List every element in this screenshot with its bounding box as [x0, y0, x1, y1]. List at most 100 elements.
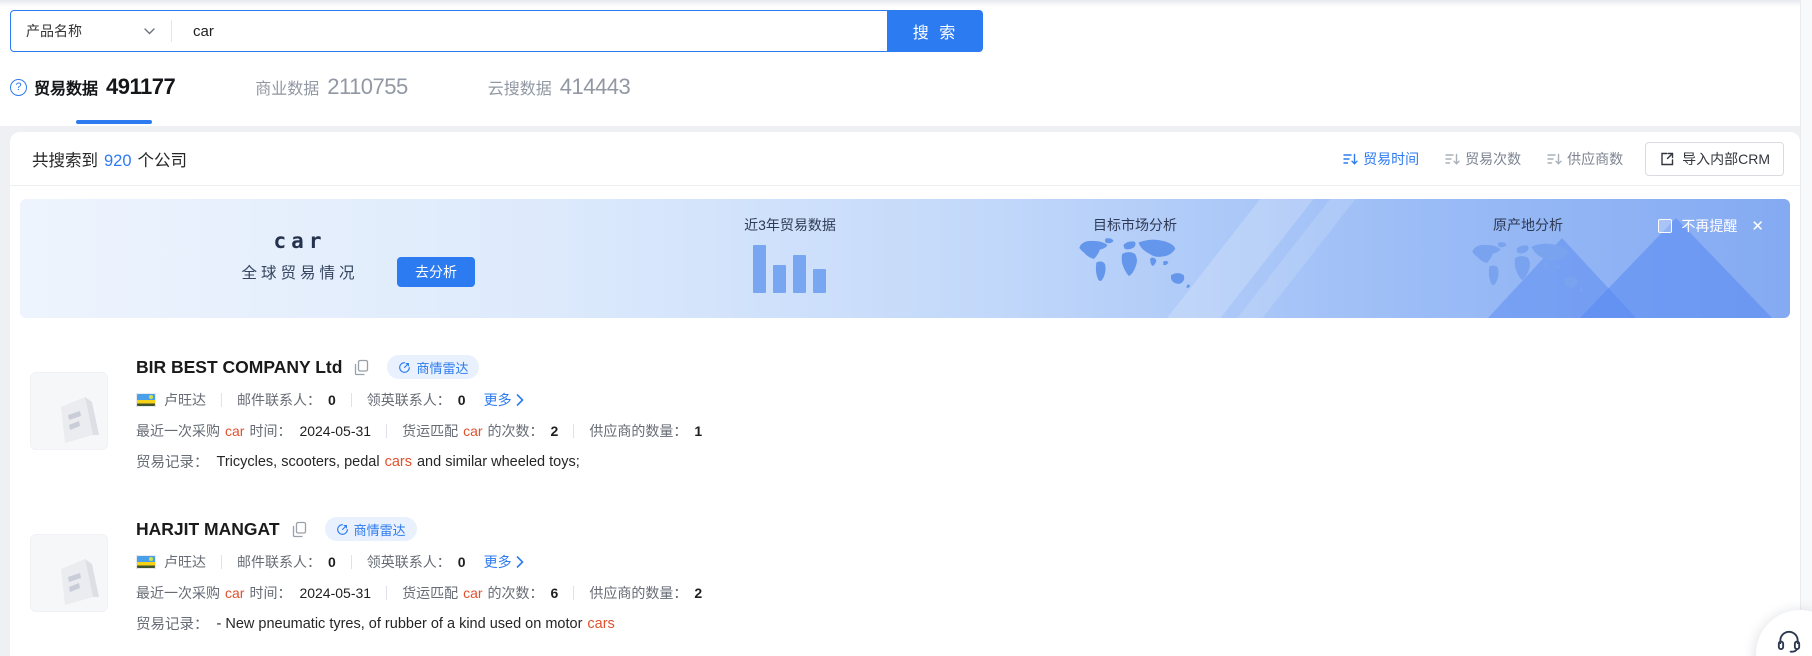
trade-record-text: and similar wheeled toys;: [417, 454, 580, 470]
field-divider: [221, 393, 222, 407]
sort-trade-count[interactable]: 贸易次数: [1445, 149, 1521, 169]
tab-count: 414443: [560, 74, 630, 100]
scrollbar[interactable]: [1800, 0, 1812, 656]
freight-label-pre: 货运匹配: [402, 583, 458, 603]
purchase-date: 2024-05-31: [299, 423, 371, 439]
tab-count: 2110755: [327, 74, 408, 100]
banner-keyword: car: [200, 229, 400, 253]
help-icon[interactable]: ?: [10, 79, 27, 96]
results-header: 共搜索到920个公司 贸易时间 贸易次数: [10, 132, 1800, 186]
linkedin-contacts-count: 0: [458, 554, 466, 570]
chevron-right-icon: [516, 394, 524, 406]
sort-label: 供应商数: [1567, 149, 1623, 169]
close-icon[interactable]: ✕: [1751, 217, 1764, 235]
purchase-label-pre: 最近一次采购: [136, 583, 220, 603]
results-panel: 共搜索到920个公司 贸易时间 贸易次数: [10, 132, 1800, 656]
result-count: 920: [104, 152, 132, 170]
dismiss-checkbox[interactable]: [1658, 219, 1672, 233]
company-name[interactable]: HARJIT MANGAT: [136, 519, 280, 540]
freight-label-post: 的次数：: [488, 421, 544, 441]
field-divider: [573, 586, 574, 600]
search-input[interactable]: [172, 11, 887, 51]
search-box: 产品名称: [10, 10, 888, 52]
supplier-label: 供应商的数量：: [589, 421, 687, 441]
active-tab-indicator: [76, 120, 152, 124]
company-thumbnail[interactable]: [30, 372, 108, 450]
field-divider: [386, 586, 387, 600]
tab-trade-data[interactable]: ? 贸易数据 491177: [10, 74, 175, 100]
company-info: BIR BEST COMPANY Ltd 商情雷达 卢旺达: [136, 350, 702, 477]
top-search-section: 产品名称 搜 索 ? 贸易数据 491177 商业数据 2110755: [0, 0, 1812, 126]
sort-icon: [1343, 152, 1358, 166]
email-contacts-label: 邮件联系人：: [237, 552, 321, 572]
radar-badge-label: 商情雷达: [416, 358, 468, 377]
tab-label: 云搜数据: [488, 75, 552, 99]
company-country: 卢旺达: [164, 552, 206, 572]
freight-count: 2: [551, 423, 559, 439]
company-thumbnail[interactable]: [30, 534, 108, 612]
export-icon: [1659, 151, 1675, 167]
search-bar: 产品名称 搜 索: [10, 10, 983, 52]
top-edge-shadow: [0, 0, 1812, 7]
keyword-highlight: cars: [385, 454, 412, 470]
more-link[interactable]: 更多: [484, 390, 524, 410]
trade-record-text: Tricycles, scooters, pedal: [217, 454, 380, 470]
company-name[interactable]: BIR BEST COMPANY Ltd: [136, 357, 342, 378]
linkedin-contacts-count: 0: [458, 392, 466, 408]
trade-record-label: 贸易记录：: [136, 451, 209, 472]
field-divider: [351, 555, 352, 569]
summary-suffix: 个公司: [138, 152, 188, 170]
company-card: HARJIT MANGAT 商情雷达 卢旺达 邮件联系人：: [30, 512, 1774, 639]
sort-trade-time[interactable]: 贸易时间: [1343, 149, 1419, 169]
world-map-icon: [1468, 241, 1588, 297]
tab-label: 贸易数据: [34, 75, 98, 99]
promo-banner: car 全球贸易情况 去分析 近3年贸易数据 目标市场分析: [20, 199, 1790, 318]
banner-section-target-market: 目标市场分析: [1045, 215, 1225, 235]
category-select[interactable]: 产品名称: [11, 11, 171, 51]
banner-section-origin: 原产地分析: [1438, 215, 1618, 235]
banner-section-trade-3y: 近3年贸易数据: [700, 215, 880, 235]
trade-record-label: 贸易记录：: [136, 613, 209, 634]
data-tabs: ? 贸易数据 491177 商业数据 2110755 云搜数据 414443: [10, 74, 630, 100]
more-link[interactable]: 更多: [484, 552, 524, 572]
field-divider: [573, 424, 574, 438]
company-info: HARJIT MANGAT 商情雷达 卢旺达 邮件联系人：: [136, 512, 702, 639]
sort-label: 贸易次数: [1465, 149, 1521, 169]
dismiss-label: 不再提醒: [1681, 216, 1737, 236]
tab-count: 491177: [106, 74, 175, 100]
linkedin-contacts-label: 领英联系人：: [367, 390, 451, 410]
import-crm-label: 导入内部CRM: [1682, 149, 1770, 169]
sort-supplier-count[interactable]: 供应商数: [1547, 149, 1623, 169]
freight-label-pre: 货运匹配: [402, 421, 458, 441]
sort-icon: [1445, 152, 1460, 166]
field-divider: [351, 393, 352, 407]
headset-icon: [1776, 628, 1802, 654]
category-select-value: 产品名称: [26, 21, 82, 41]
keyword-highlight: car: [225, 585, 244, 601]
field-divider: [221, 555, 222, 569]
search-button[interactable]: 搜 索: [888, 10, 983, 52]
email-contacts-label: 邮件联系人：: [237, 390, 321, 410]
tab-cloud-search-data[interactable]: 云搜数据 414443: [488, 74, 630, 100]
mini-bar-chart: [753, 245, 833, 293]
import-crm-button[interactable]: 导入内部CRM: [1645, 142, 1784, 176]
purchase-date: 2024-05-31: [299, 585, 371, 601]
app-screen: 产品名称 搜 索 ? 贸易数据 491177 商业数据 2110755: [0, 0, 1812, 656]
keyword-highlight: car: [225, 423, 244, 439]
keyword-highlight: cars: [587, 616, 614, 632]
sort-label: 贸易时间: [1363, 149, 1419, 169]
copy-icon[interactable]: [292, 521, 307, 538]
radar-badge[interactable]: 商情雷达: [325, 517, 417, 541]
chevron-right-icon: [516, 556, 524, 568]
copy-icon[interactable]: [354, 359, 369, 376]
more-label: 更多: [484, 390, 512, 410]
radar-badge[interactable]: 商情雷达: [387, 355, 479, 379]
purchase-label-post: 时间：: [249, 583, 291, 603]
tab-label: 商业数据: [255, 75, 319, 99]
tab-business-data[interactable]: 商业数据 2110755: [255, 74, 408, 100]
field-divider: [386, 424, 387, 438]
email-contacts-count: 0: [328, 554, 336, 570]
analyze-button[interactable]: 去分析: [397, 257, 475, 287]
keyword-highlight: car: [463, 585, 482, 601]
purchase-label-post: 时间：: [249, 421, 291, 441]
